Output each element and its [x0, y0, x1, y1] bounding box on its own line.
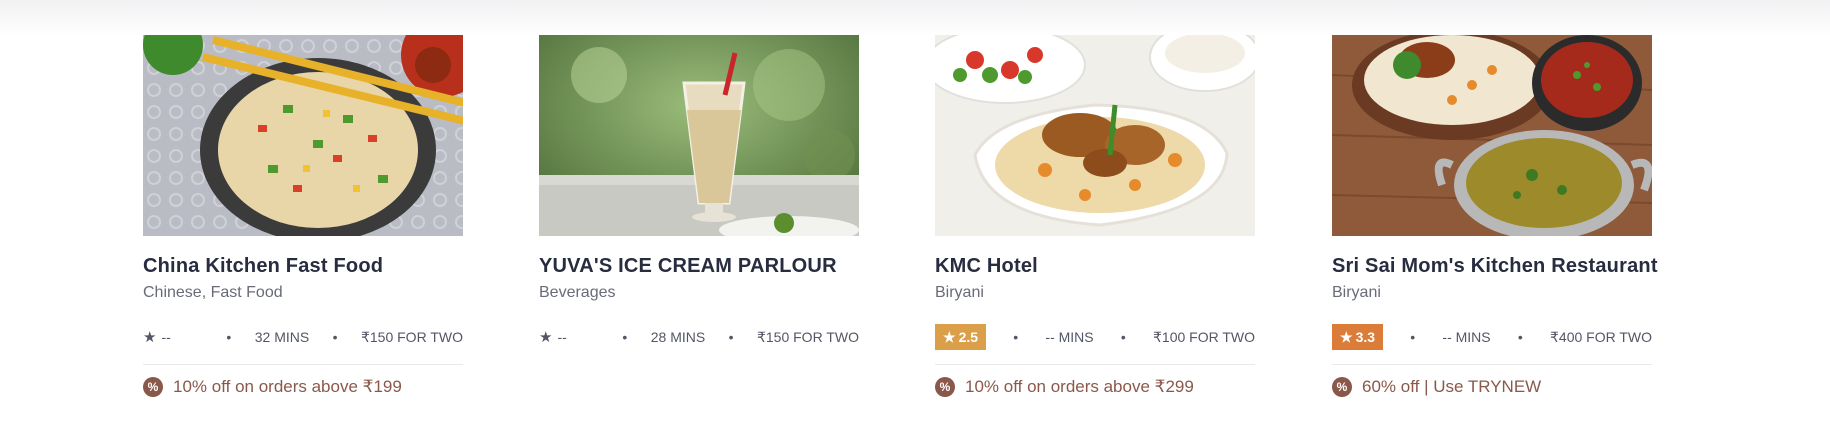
delivery-time: -- MINS: [1045, 329, 1094, 345]
restaurant-card[interactable]: YUVA'S ICE CREAM PARLOUR Beverages ★ -- …: [539, 35, 859, 350]
dot-separator: •: [1013, 329, 1019, 345]
restaurant-meta: ★ 2.5 • -- MINS • ₹100 FOR TWO: [935, 324, 1255, 350]
discount-icon: %: [1332, 377, 1352, 397]
cost-for-two: ₹150 FOR TWO: [360, 328, 463, 345]
chicken-biryani-plate-image: [935, 35, 1255, 236]
rating-value: --: [161, 329, 171, 345]
dot-separator: •: [1517, 329, 1523, 345]
divider: [143, 364, 463, 365]
dot-separator: •: [622, 329, 628, 345]
star-icon: ★: [1340, 328, 1353, 345]
rating-badge: ★ 3.3: [1332, 324, 1384, 350]
restaurant-name[interactable]: Sri Sai Mom's Kitchen Restaurant: [1332, 255, 1657, 278]
delivery-time: -- MINS: [1442, 329, 1491, 345]
star-icon: ★: [143, 329, 157, 346]
restaurant-meta: ★ 3.3 • -- MINS • ₹400 FOR TWO: [1332, 324, 1652, 350]
divider: [1332, 364, 1652, 365]
offer: % 60% off | Use TRYNEW: [1332, 377, 1652, 397]
cost-for-two: ₹100 FOR TWO: [1153, 328, 1255, 345]
star-icon: ★: [539, 329, 553, 346]
restaurant-name[interactable]: YUVA'S ICE CREAM PARLOUR: [539, 255, 859, 278]
rating: ★ --: [539, 328, 599, 346]
restaurant-cuisine: Biryani: [1332, 284, 1381, 301]
dot-separator: •: [728, 329, 734, 345]
restaurant-card[interactable]: China Kitchen Fast Food Chinese, Fast Fo…: [143, 35, 463, 397]
rating-value: 3.3: [1355, 329, 1376, 345]
restaurant-cuisine: Beverages: [539, 284, 616, 301]
restaurant-card[interactable]: Sri Sai Mom's Kitchen Restaurant Biryani…: [1332, 35, 1657, 397]
restaurant-card[interactable]: KMC Hotel Biryani ★ 2.5 • -- MINS • ₹100…: [935, 35, 1255, 397]
dot-separator: •: [1410, 329, 1416, 345]
milkshake-glass-image: [539, 35, 859, 236]
offer-text: 10% off on orders above ₹299: [965, 377, 1194, 396]
fried-rice-bowl-image: [143, 35, 463, 236]
discount-icon: %: [935, 377, 955, 397]
rating-value: --: [557, 329, 567, 345]
restaurant-meta: ★ -- • 32 MINS • ₹150 FOR TWO: [143, 324, 463, 350]
restaurant-cuisine: Biryani: [935, 284, 984, 301]
delivery-time: 32 MINS: [254, 329, 310, 345]
dot-separator: •: [1120, 329, 1126, 345]
restaurant-name[interactable]: China Kitchen Fast Food: [143, 255, 463, 278]
restaurant-cuisine: Chinese, Fast Food: [143, 284, 283, 301]
divider: [935, 364, 1255, 365]
biryani-curry-table-image: [1332, 35, 1652, 236]
rating-value: 2.5: [958, 329, 979, 345]
cost-for-two: ₹400 FOR TWO: [1550, 328, 1652, 345]
dot-separator: •: [332, 329, 338, 345]
delivery-time: 28 MINS: [650, 329, 706, 345]
cost-for-two: ₹150 FOR TWO: [756, 328, 859, 345]
rating: ★ --: [143, 328, 203, 346]
offer: % 10% off on orders above ₹199: [143, 377, 463, 397]
star-icon: ★: [943, 328, 956, 345]
restaurant-meta: ★ -- • 28 MINS • ₹150 FOR TWO: [539, 324, 859, 350]
discount-icon: %: [143, 377, 163, 397]
offer: % 10% off on orders above ₹299: [935, 377, 1255, 397]
rating-badge: ★ 2.5: [935, 324, 987, 350]
offer-text: 10% off on orders above ₹199: [173, 377, 402, 396]
offer-text: 60% off | Use TRYNEW: [1362, 377, 1542, 396]
restaurant-name[interactable]: KMC Hotel: [935, 255, 1255, 278]
dot-separator: •: [226, 329, 232, 345]
restaurant-grid: China Kitchen Fast Food Chinese, Fast Fo…: [0, 0, 1830, 435]
